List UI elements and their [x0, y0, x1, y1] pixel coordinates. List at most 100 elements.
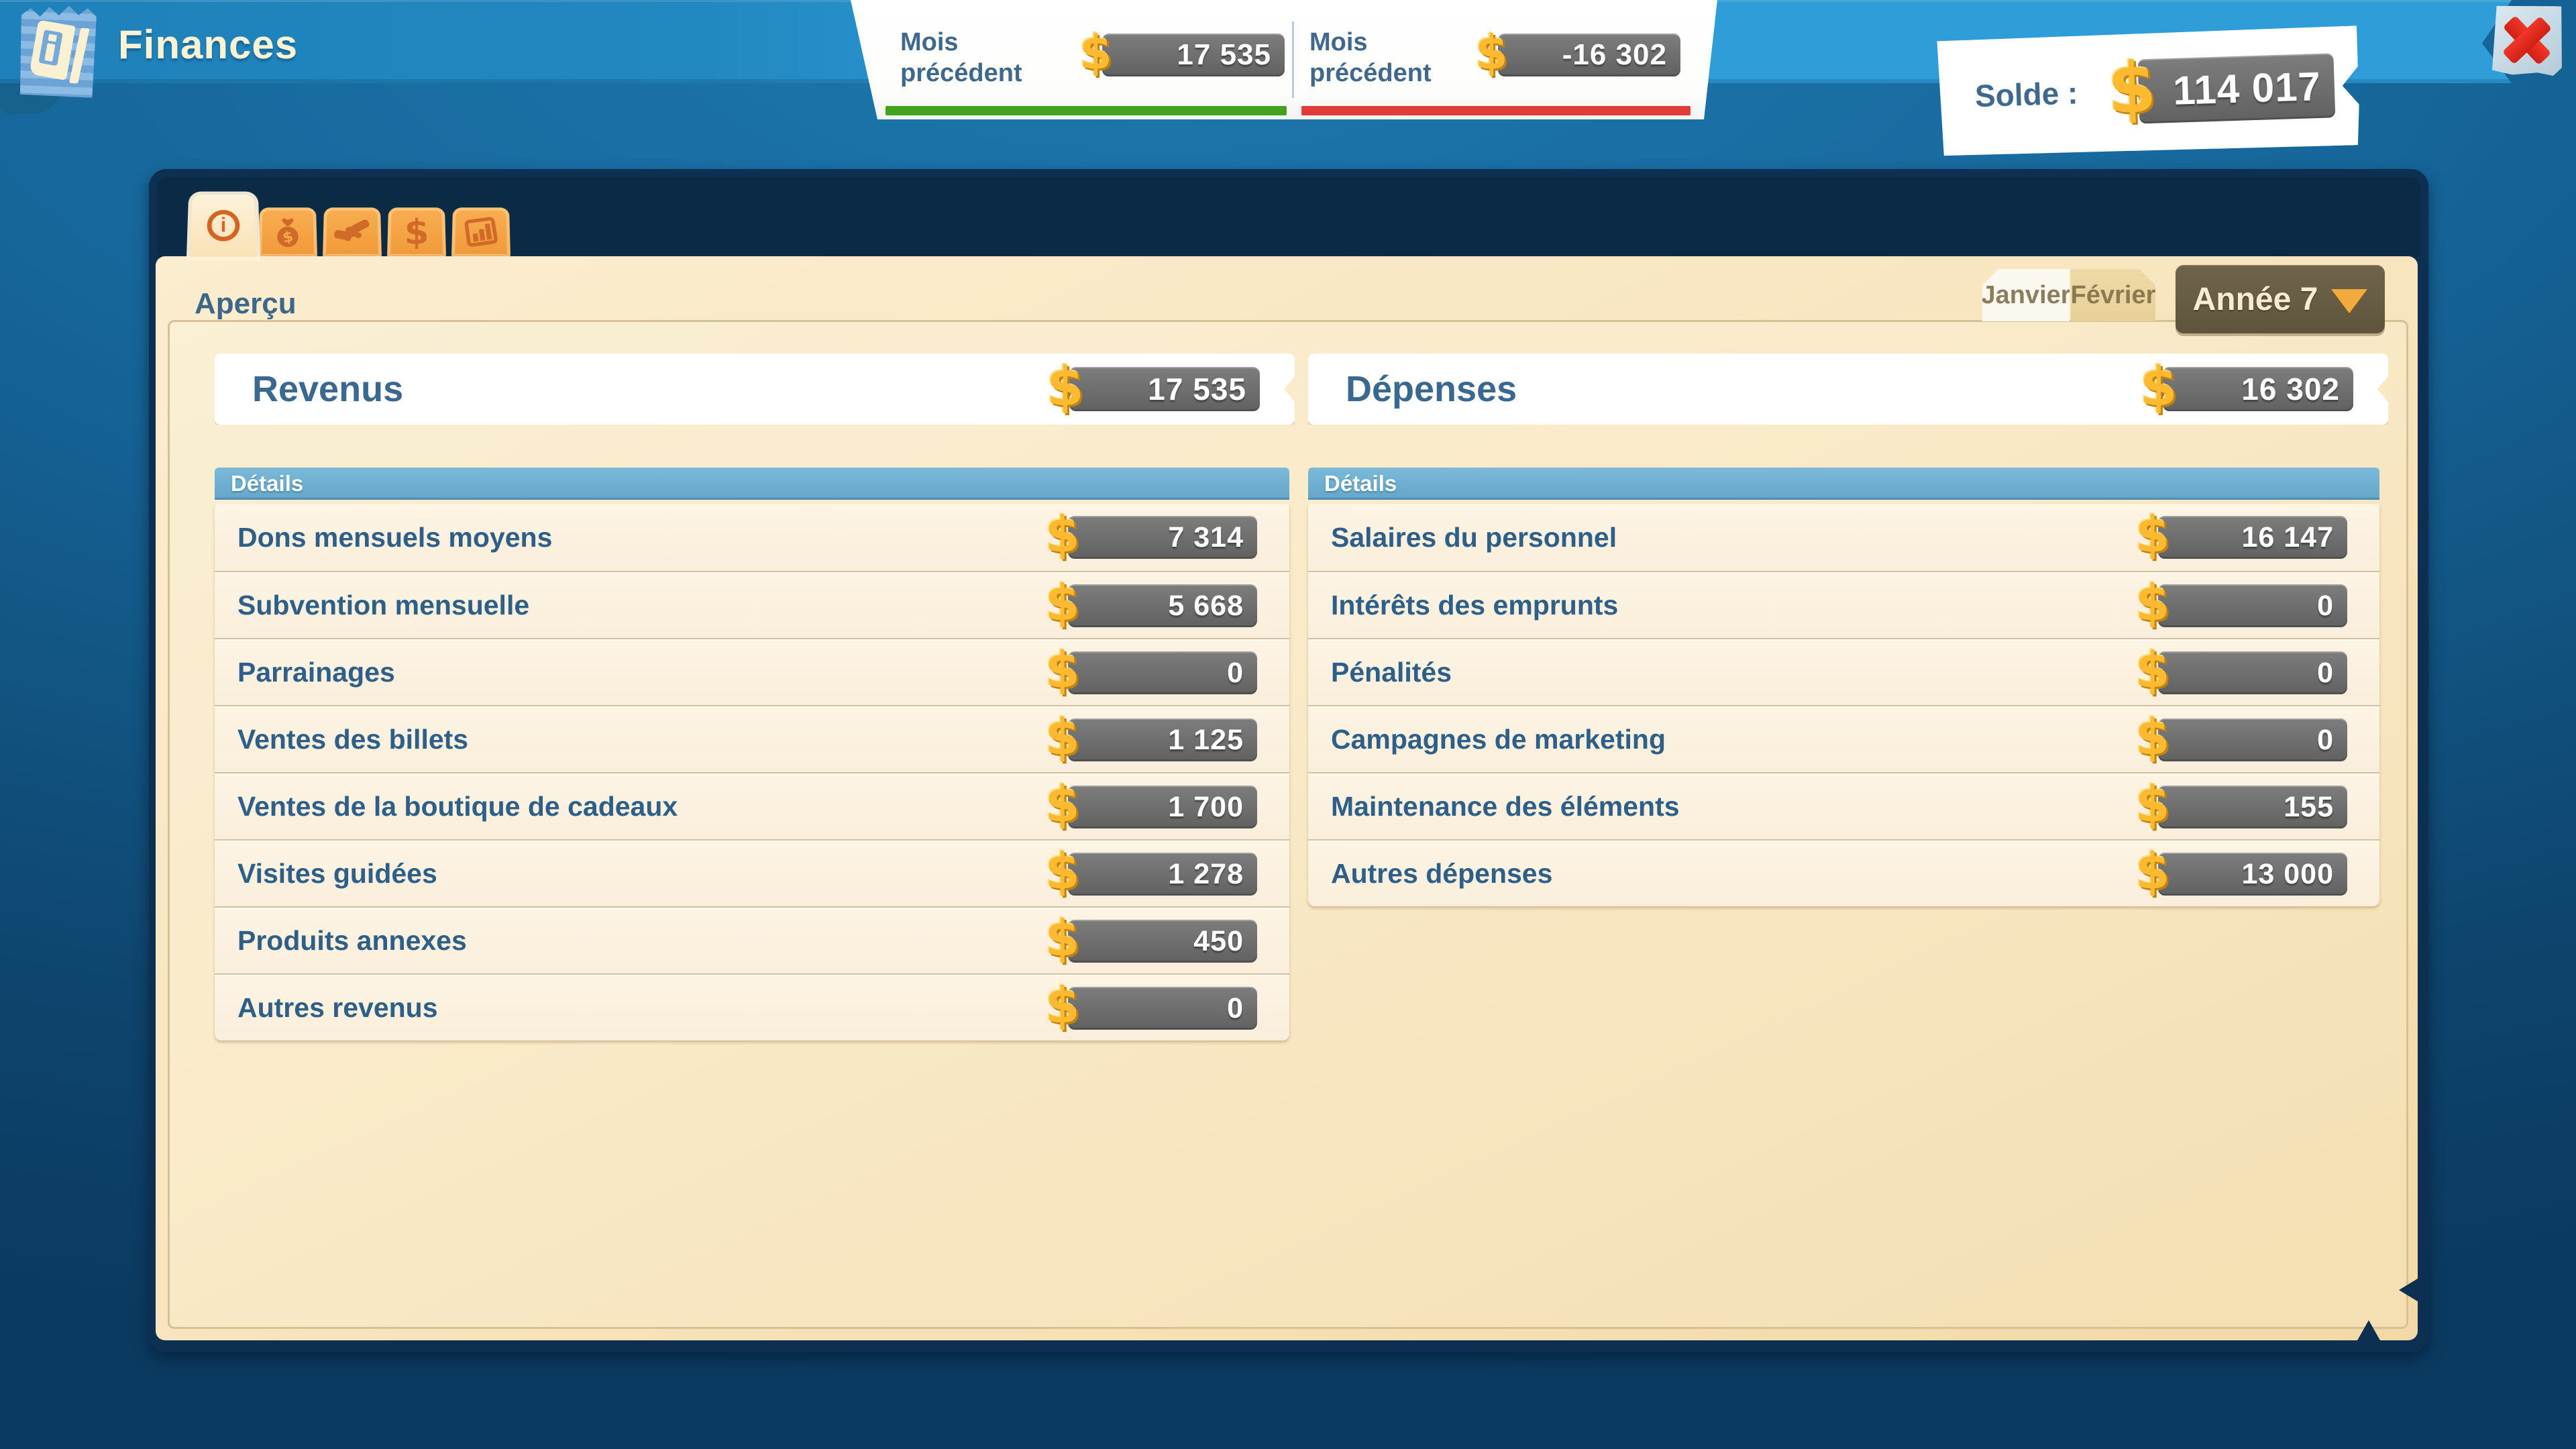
- dollar-icon: $: [1045, 506, 1080, 564]
- expenses-total-pill: $ 16 302: [2163, 367, 2353, 411]
- money-bag-icon: $: [269, 214, 307, 250]
- details-header-label: Détails: [231, 471, 303, 496]
- revenues-details-column: Détails Dons mensuels moyens $7 314 Subv…: [215, 468, 1289, 1040]
- row-value-pill: $155: [2158, 786, 2347, 828]
- table-row: Pénalités $0: [1308, 638, 2379, 705]
- ledger-book-icon: [19, 4, 97, 98]
- details-header-label: Détails: [1324, 471, 1397, 496]
- year-dropdown-button[interactable]: Année 7: [2176, 265, 2385, 333]
- revenues-title: Revenus: [252, 354, 403, 425]
- prev-expense-label: Mois précédent: [1309, 27, 1484, 89]
- dollar-icon: $: [1079, 25, 1112, 80]
- dollar-icon: $: [2135, 843, 2170, 901]
- row-label: Parrainages: [237, 639, 395, 705]
- row-value-pill: $450: [1068, 920, 1257, 963]
- tab-sponsorships[interactable]: [323, 207, 382, 257]
- row-value: 0: [1227, 651, 1244, 694]
- tab-finance[interactable]: $: [387, 207, 446, 257]
- dollar-icon: $: [1045, 642, 1080, 700]
- table-row: Produits annexes $450: [215, 906, 1289, 973]
- row-value: 1 700: [1168, 786, 1244, 828]
- tab-donations[interactable]: $: [258, 207, 317, 257]
- row-label: Salaires du personnel: [1331, 504, 1617, 571]
- close-button[interactable]: [2491, 5, 2564, 76]
- details-header: Détails: [215, 468, 1289, 500]
- dollar-icon: $: [2135, 642, 2170, 700]
- row-value-pill: $16 147: [2158, 516, 2347, 559]
- row-label: Dons mensuels moyens: [237, 504, 552, 571]
- expenses-title: Dépenses: [1346, 354, 1517, 425]
- dollar-icon: $: [1045, 575, 1080, 633]
- row-label: Autres revenus: [237, 975, 438, 1040]
- month-tab-label: Février: [2071, 281, 2156, 310]
- row-value-pill: $0: [1068, 987, 1257, 1030]
- dollar-icon: $: [1045, 977, 1080, 1035]
- finances-panel: Aperçu Janvier Février Année 7 Revenus $…: [156, 256, 2418, 1340]
- revenues-total-card: Revenus $ 17 535: [215, 354, 1295, 425]
- row-value: 7 314: [1168, 516, 1244, 559]
- table-row: Intérêts des emprunts $0: [1308, 571, 2379, 638]
- banner-divider: [1292, 21, 1294, 98]
- tab-overview[interactable]: i: [191, 195, 256, 257]
- dollar-icon: $: [2140, 356, 2178, 418]
- row-label: Campagnes de marketing: [1331, 706, 1666, 772]
- year-dropdown-label: Année 7: [2193, 281, 2318, 318]
- dollar-icon: $: [1046, 356, 1084, 418]
- balance-pill: $ 114 017: [2137, 53, 2335, 123]
- revenues-total-value: 17 535: [1148, 367, 1246, 411]
- balance-label: Solde :: [1974, 74, 2078, 114]
- dollar-icon: $: [2135, 506, 2170, 564]
- table-row: Campagnes de marketing $0: [1308, 705, 2379, 772]
- row-value: 0: [2317, 584, 2334, 627]
- row-value: 1 125: [1168, 718, 1244, 761]
- table-row: Autres revenus $0: [215, 973, 1289, 1040]
- row-label: Pénalités: [1331, 639, 1452, 705]
- dollar-icon: $: [1475, 25, 1508, 80]
- row-value-pill: $0: [2158, 651, 2347, 694]
- prev-expense-value: -16 302: [1562, 34, 1667, 76]
- row-value: 16 147: [2241, 516, 2334, 559]
- paper-notch: [2357, 1320, 2380, 1340]
- info-icon: i: [207, 210, 239, 241]
- row-label: Ventes des billets: [237, 706, 468, 772]
- table-row: Maintenance des éléments $155: [1308, 772, 2379, 839]
- balance-value: 114 017: [2172, 54, 2322, 123]
- revenues-rows: Dons mensuels moyens $7 314 Subvention m…: [215, 504, 1289, 1040]
- table-row: Autres dépenses $13 000: [1308, 839, 2379, 906]
- table-row: Visites guidées $1 278: [215, 839, 1289, 906]
- month-tab-label: Janvier: [1981, 281, 2070, 310]
- dollar-icon: $: [2135, 709, 2170, 767]
- row-label: Intérêts des emprunts: [1331, 572, 1618, 638]
- paper-notch: [2399, 1279, 2418, 1301]
- row-label: Visites guidées: [237, 841, 437, 906]
- dollar-icon: $: [1045, 910, 1080, 968]
- chevron-down-icon: [2331, 289, 2367, 313]
- table-row: Salaires du personnel $16 147: [1308, 504, 2379, 571]
- table-row: Ventes des billets $1 125: [215, 705, 1289, 772]
- row-label: Produits annexes: [237, 908, 467, 973]
- book-glyph: [29, 19, 75, 80]
- row-value-pill: $0: [1068, 651, 1257, 694]
- tab-statistics[interactable]: [451, 207, 511, 257]
- dollar-icon: $: [2106, 47, 2157, 130]
- table-row: Dons mensuels moyens $7 314: [215, 504, 1289, 571]
- row-value-pill: $7 314: [1068, 516, 1257, 559]
- row-value-pill: $5 668: [1068, 584, 1257, 627]
- row-value: 1 278: [1168, 853, 1244, 896]
- expenses-rows: Salaires du personnel $16 147 Intérêts d…: [1308, 504, 2379, 906]
- row-value: 13 000: [2241, 853, 2334, 896]
- row-value-pill: $0: [2158, 718, 2347, 761]
- window-title: Finances: [118, 21, 298, 68]
- table-row: Subvention mensuelle $5 668: [215, 571, 1289, 638]
- row-value-pill: $1 700: [1068, 786, 1257, 828]
- month-tab-fevrier[interactable]: Février: [2071, 269, 2155, 321]
- income-indicator-bar: [885, 106, 1287, 115]
- prev-income-pill: $ 17 535: [1102, 34, 1285, 76]
- dollar-icon: $: [2135, 575, 2170, 633]
- row-label: Ventes de la boutique de cadeaux: [237, 773, 678, 839]
- month-tab-janvier[interactable]: Janvier: [1982, 269, 2070, 321]
- table-row: Parrainages $0: [215, 638, 1289, 705]
- row-value-pill: $13 000: [2158, 853, 2347, 896]
- row-value-pill: $1 125: [1068, 718, 1257, 761]
- row-value: 0: [2317, 718, 2334, 761]
